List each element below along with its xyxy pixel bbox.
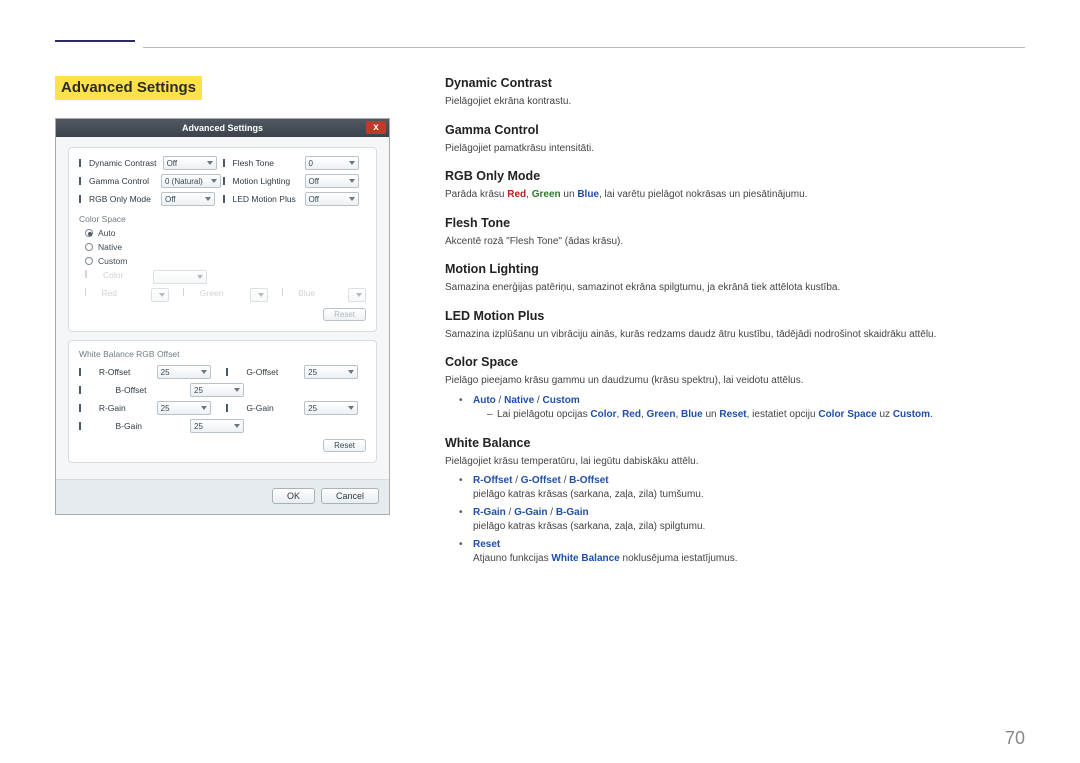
r-gain-select[interactable]: 25: [157, 401, 211, 415]
motion-lighting-select[interactable]: Off: [305, 174, 359, 188]
field-marker: [79, 404, 81, 412]
gamma-control-label: Gamma Control: [89, 176, 155, 186]
top-options-panel: Dynamic Contrast Off Gamma Control: [68, 147, 377, 332]
flesh-tone-heading: Flesh Tone: [445, 216, 1025, 230]
field-marker: [79, 422, 81, 430]
g-offset-label: G-Offset: [246, 367, 296, 377]
advanced-settings-dialog: Advanced Settings x Dynamic Contrast: [55, 118, 390, 515]
dialog-footer: OK Cancel: [56, 479, 389, 514]
chevron-down-icon: [201, 406, 207, 410]
color-space-list: Auto / Native / Custom Lai pielāgotu opc…: [463, 394, 1025, 422]
cs-red-select: [151, 288, 169, 302]
chevron-down-icon: [234, 388, 240, 392]
field-marker: [79, 368, 81, 376]
rgb-only-mode-heading: RGB Only Mode: [445, 169, 1025, 183]
field-marker: [85, 270, 87, 278]
rgb-only-mode-select[interactable]: Off: [161, 192, 215, 206]
cs-green-select: [250, 288, 268, 302]
radio-icon: [85, 243, 93, 251]
chevron-down-icon: [348, 370, 354, 374]
rgb-only-mode-label: RGB Only Mode: [89, 194, 155, 204]
led-motion-plus-select[interactable]: Off: [305, 192, 359, 206]
color-space-group-label: Color Space: [79, 214, 366, 224]
cs-color-select: [153, 270, 207, 284]
g-gain-label: G-Gain: [246, 403, 296, 413]
field-marker: [223, 159, 225, 167]
b-offset-label: B-Offset: [116, 385, 183, 395]
flesh-tone-label: Flesh Tone: [233, 158, 299, 168]
page-number: 70: [1005, 728, 1025, 749]
dynamic-contrast-heading: Dynamic Contrast: [445, 76, 1025, 90]
field-marker: [79, 159, 81, 167]
chevron-down-icon: [207, 161, 213, 165]
chevron-down-icon: [234, 424, 240, 428]
b-offset-select[interactable]: 25: [190, 383, 244, 397]
section-title: Advanced Settings: [55, 76, 202, 100]
radio-selected-icon: [85, 229, 93, 237]
motion-lighting-label: Motion Lighting: [233, 176, 299, 186]
led-motion-plus-heading: LED Motion Plus: [445, 309, 1025, 323]
chevron-down-icon: [349, 161, 355, 165]
field-marker: [226, 404, 228, 412]
flesh-tone-desc: Akcentē rozā "Flesh Tone" (ādas krāsu).: [445, 235, 1025, 249]
white-balance-panel: White Balance RGB Offset R-Offset 25 G-O…: [68, 340, 377, 463]
close-icon[interactable]: x: [366, 121, 386, 134]
header-divider: [143, 47, 1025, 48]
r-offset-select[interactable]: 25: [157, 365, 211, 379]
chevron-down-icon: [205, 197, 211, 201]
g-gain-select[interactable]: 25: [304, 401, 358, 415]
chevron-down-icon: [349, 197, 355, 201]
color-space-reset-button: Reset: [323, 308, 366, 321]
color-space-native-radio[interactable]: Native: [85, 242, 366, 252]
white-balance-reset-button[interactable]: Reset: [323, 439, 366, 452]
gamma-control-desc: Pielāgojiet pamatkrāsu intensitāti.: [445, 142, 1025, 156]
color-space-desc: Pielāgo pieejamo krāsu gammu un daudzumu…: [445, 374, 1025, 388]
chevron-down-icon: [201, 370, 207, 374]
white-balance-group-label: White Balance RGB Offset: [79, 349, 366, 359]
chevron-down-icon: [211, 179, 217, 183]
cs-blue-select: [348, 288, 366, 302]
top-header-rule: [55, 40, 1025, 48]
dynamic-contrast-label: Dynamic Contrast: [89, 158, 157, 168]
motion-lighting-desc: Samazina enerģijas patēriņu, samazinot e…: [445, 281, 1025, 295]
g-offset-select[interactable]: 25: [304, 365, 358, 379]
ok-button[interactable]: OK: [272, 488, 315, 504]
led-motion-plus-label: LED Motion Plus: [233, 194, 299, 204]
white-balance-heading: White Balance: [445, 436, 1025, 450]
cancel-button[interactable]: Cancel: [321, 488, 379, 504]
color-space-custom-radio[interactable]: Custom: [85, 256, 366, 266]
white-balance-desc: Pielāgojiet krāsu temperatūru, lai iegūt…: [445, 455, 1025, 469]
color-space-auto-radio[interactable]: Auto: [85, 228, 366, 238]
gamma-control-heading: Gamma Control: [445, 123, 1025, 137]
dynamic-contrast-select[interactable]: Off: [163, 156, 217, 170]
chevron-down-icon: [349, 179, 355, 183]
field-marker: [79, 177, 81, 185]
b-gain-label: B-Gain: [116, 421, 183, 431]
led-motion-plus-desc: Samazina izplūšanu un vibrāciju ainās, k…: [445, 328, 1025, 342]
nav-accent-line: [55, 40, 135, 42]
dialog-title-text: Advanced Settings: [182, 123, 263, 133]
color-space-rgb-disabled: Red Green Blue: [85, 288, 366, 302]
r-offset-label: R-Offset: [99, 367, 149, 377]
dialog-titlebar: Advanced Settings x: [56, 119, 389, 137]
white-balance-list: R-Offset / G-Offset / B-Offset pielāgo k…: [463, 474, 1025, 566]
color-space-disabled-values: Color: [85, 270, 366, 284]
rgb-only-mode-desc: Parāda krāsu Red, Green un Blue, lai var…: [445, 188, 1025, 202]
motion-lighting-heading: Motion Lighting: [445, 262, 1025, 276]
chevron-down-icon: [348, 406, 354, 410]
gamma-control-select[interactable]: 0 (Natural): [161, 174, 221, 188]
field-marker: [223, 195, 225, 203]
r-gain-label: R-Gain: [99, 403, 149, 413]
field-marker: [226, 368, 228, 376]
field-marker: [223, 177, 225, 185]
flesh-tone-select[interactable]: 0: [305, 156, 359, 170]
radio-icon: [85, 257, 93, 265]
dynamic-contrast-desc: Pielāgojiet ekrāna kontrastu.: [445, 95, 1025, 109]
field-marker: [79, 386, 81, 394]
b-gain-select[interactable]: 25: [190, 419, 244, 433]
color-space-heading: Color Space: [445, 355, 1025, 369]
field-marker: [79, 195, 81, 203]
